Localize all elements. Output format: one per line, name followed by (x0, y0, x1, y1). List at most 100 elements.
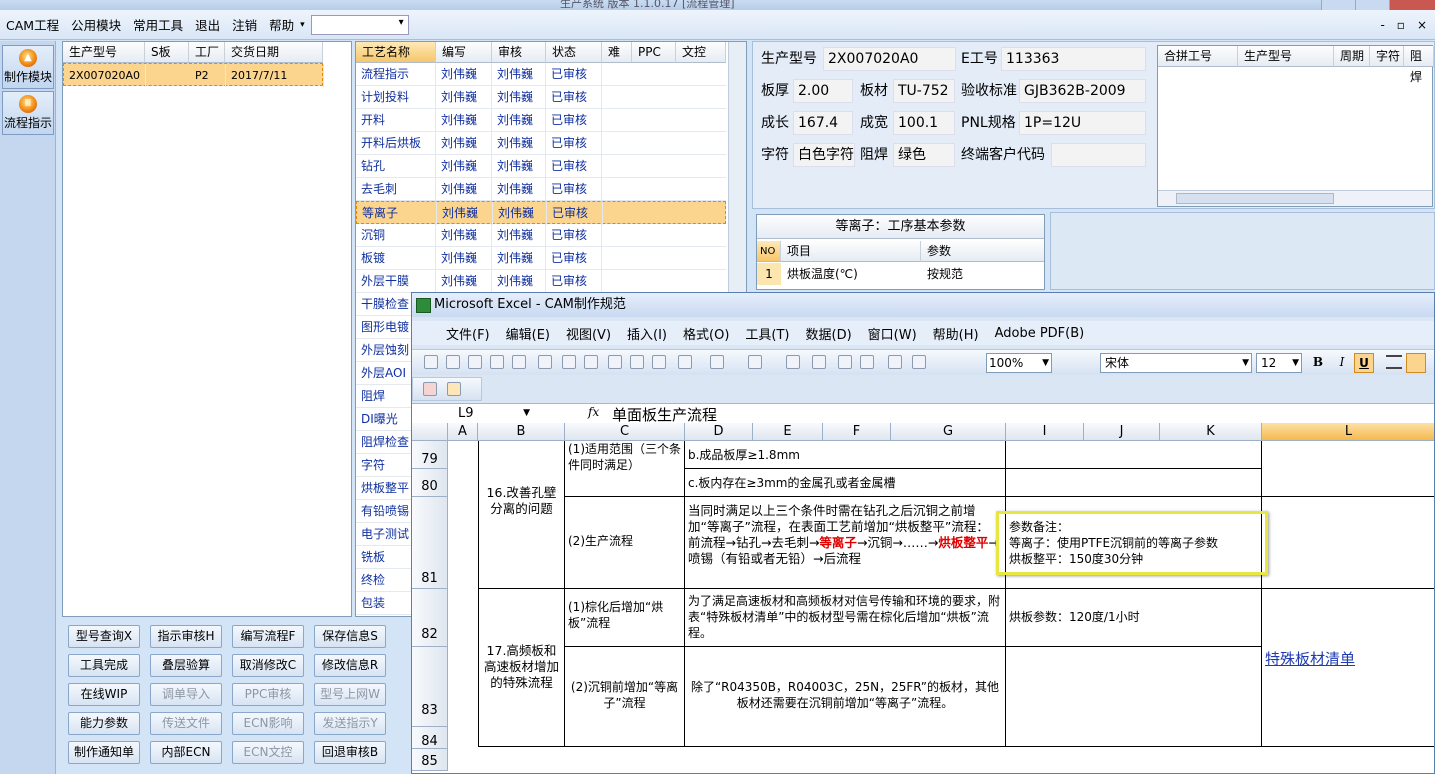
col-a[interactable]: A (448, 423, 478, 441)
align-center-icon[interactable] (1406, 353, 1426, 373)
row-80[interactable]: 80 (412, 469, 448, 497)
cell-l79[interactable] (1262, 441, 1434, 497)
model-field[interactable]: 2X007020A0 (823, 47, 956, 71)
col-header[interactable]: 阻焊 (1404, 46, 1434, 84)
row-81[interactable]: 81 (412, 497, 448, 589)
excel-menu-item[interactable]: 插入(I) (627, 324, 667, 343)
sort-desc-icon[interactable] (860, 355, 874, 369)
mat-field[interactable]: TU-752 (893, 79, 955, 103)
col-header[interactable]: 项目 (781, 241, 921, 262)
col-header[interactable]: 审核 (492, 42, 546, 63)
cell-b-17[interactable]: 17.高频板和高速板材增加的特殊流程 (478, 589, 565, 747)
open-icon[interactable] (446, 355, 460, 369)
excel-menu-item[interactable]: 数据(D) (806, 324, 852, 343)
row-79[interactable]: 79 (412, 441, 448, 469)
row-85[interactable]: 85 (412, 749, 448, 771)
col-header[interactable]: 文控 (676, 42, 726, 63)
excel-menu-item[interactable]: 窗口(W) (868, 324, 917, 343)
table-row[interactable]: 板镀 刘伟巍 刘伟巍 已审核 (356, 247, 726, 270)
col-f[interactable]: F (823, 423, 891, 441)
table-row[interactable]: 流程指示 刘伟巍 刘伟巍 已审核 (356, 63, 726, 86)
font-select[interactable]: 宋体 ▼ (1100, 353, 1252, 373)
col-i[interactable]: I (1006, 423, 1084, 441)
std-field[interactable]: GJB362B-2009 (1019, 79, 1146, 103)
col-header[interactable]: 工厂 (189, 42, 225, 63)
sort-asc-icon[interactable] (838, 355, 852, 369)
action-button[interactable]: 指示审核H (150, 625, 222, 648)
action-button[interactable]: 发送指示Y (314, 712, 386, 735)
thick-field[interactable]: 2.00 (793, 79, 853, 103)
excel-menu-item[interactable]: 编辑(E) (506, 324, 550, 343)
row-82[interactable]: 82 (412, 589, 448, 647)
autosum-icon[interactable] (812, 355, 826, 369)
action-button[interactable]: PPC审核 (232, 683, 304, 706)
cell-c83[interactable]: (2)沉铜前增加“等离子”流程 (565, 647, 685, 747)
italic-icon[interactable]: I (1334, 355, 1350, 371)
excel-menu-item[interactable]: 视图(V) (566, 324, 611, 343)
save-icon[interactable] (468, 355, 482, 369)
chevron-down-icon[interactable]: ▾ (300, 20, 305, 30)
table-row[interactable]: 开料后烘板 刘伟巍 刘伟巍 已审核 (356, 132, 726, 155)
excel-menu-item[interactable]: 帮助(H) (933, 324, 979, 343)
paste-icon[interactable] (652, 355, 666, 369)
menu-public[interactable]: 公用模块 (65, 15, 127, 34)
action-button[interactable]: 编写流程F (232, 625, 304, 648)
cell-d80[interactable]: c.板内存在≥3mm的金属孔或者金属槽 (685, 469, 1006, 497)
col-d[interactable]: D (685, 423, 753, 441)
col-header[interactable]: 周期 (1334, 46, 1370, 67)
menu-tools[interactable]: 常用工具 (127, 15, 189, 34)
undo-icon[interactable] (710, 355, 724, 369)
mdi-restore-button[interactable]: ▫ (1397, 18, 1405, 32)
col-header[interactable]: 交货日期 (225, 42, 323, 63)
table-row[interactable]: 开料 刘伟巍 刘伟巍 已审核 (356, 109, 726, 132)
col-c[interactable]: C (565, 423, 685, 441)
excel-menu-item[interactable]: Adobe PDF(B) (995, 326, 1085, 341)
mdi-minimize-button[interactable]: - (1380, 18, 1384, 32)
cust-field[interactable] (1051, 143, 1146, 167)
cell-i79[interactable] (1006, 441, 1262, 469)
maximize-button[interactable] (1355, 0, 1389, 10)
action-button[interactable]: ECN文控 (232, 741, 304, 764)
cell-c79[interactable]: (1)适用范围（三个条件同时满足） (565, 441, 685, 497)
permission-icon[interactable] (490, 355, 504, 369)
pdf-icon[interactable] (423, 382, 437, 396)
table-row[interactable]: 沉铜 刘伟巍 刘伟巍 已审核 (356, 224, 726, 247)
excel-menu-item[interactable]: 文件(F) (446, 324, 490, 343)
action-button[interactable]: 调单导入 (150, 683, 222, 706)
pdf-settings-icon[interactable] (447, 382, 461, 396)
redo-icon[interactable] (748, 355, 762, 369)
chart-icon[interactable] (888, 355, 902, 369)
name-box[interactable]: L9 ▼ (414, 405, 534, 422)
cell-d83[interactable]: 除了“R04350B，R04003C，25N，25FR”的板材，其他板材还需要在… (685, 647, 1006, 747)
pnl-field[interactable]: 1P=12U (1019, 111, 1146, 135)
mask-field[interactable]: 绿色 (893, 143, 955, 167)
action-button[interactable]: 工具完成 (68, 654, 140, 677)
menu-cam[interactable]: CAM工程 (0, 15, 65, 34)
nav-flow-guide[interactable]: Ⅲ 流程指示 (2, 91, 54, 135)
research-icon[interactable] (584, 355, 598, 369)
print-preview-icon[interactable] (512, 355, 526, 369)
nav-make-module[interactable]: ▲ 制作模块 (2, 45, 54, 89)
action-button[interactable]: 修改信息R (314, 654, 386, 677)
cell-l83[interactable]: 特殊板材清单 (1262, 589, 1434, 747)
new-icon[interactable] (424, 355, 438, 369)
menu-combo[interactable] (310, 14, 409, 35)
action-button[interactable]: 内部ECN (150, 741, 222, 764)
col-header[interactable]: 合拼工号 (1158, 46, 1238, 67)
row-84[interactable]: 84 (412, 727, 448, 749)
bold-icon[interactable]: B (1310, 355, 1326, 371)
table-row[interactable]: 1 烘板温度(℃) 按规范 (757, 263, 1044, 285)
col-g[interactable]: G (891, 423, 1006, 441)
excel-menu-item[interactable]: 工具(T) (745, 324, 789, 343)
col-l[interactable]: L (1262, 423, 1434, 441)
action-button[interactable]: ECN影响 (232, 712, 304, 735)
size-select[interactable]: 12 ▼ (1256, 353, 1302, 373)
action-button[interactable]: 回退审核B (314, 741, 386, 764)
menu-logout[interactable]: 注销 (226, 15, 263, 34)
col-header[interactable]: 生产型号 (63, 42, 145, 63)
eno-field[interactable]: 113363 (1001, 47, 1146, 71)
action-button[interactable]: 制作通知单 (68, 741, 140, 764)
action-button[interactable]: 保存信息S (314, 625, 386, 648)
row-83[interactable]: 83 (412, 647, 448, 727)
action-button[interactable]: 能力参数 (68, 712, 140, 735)
